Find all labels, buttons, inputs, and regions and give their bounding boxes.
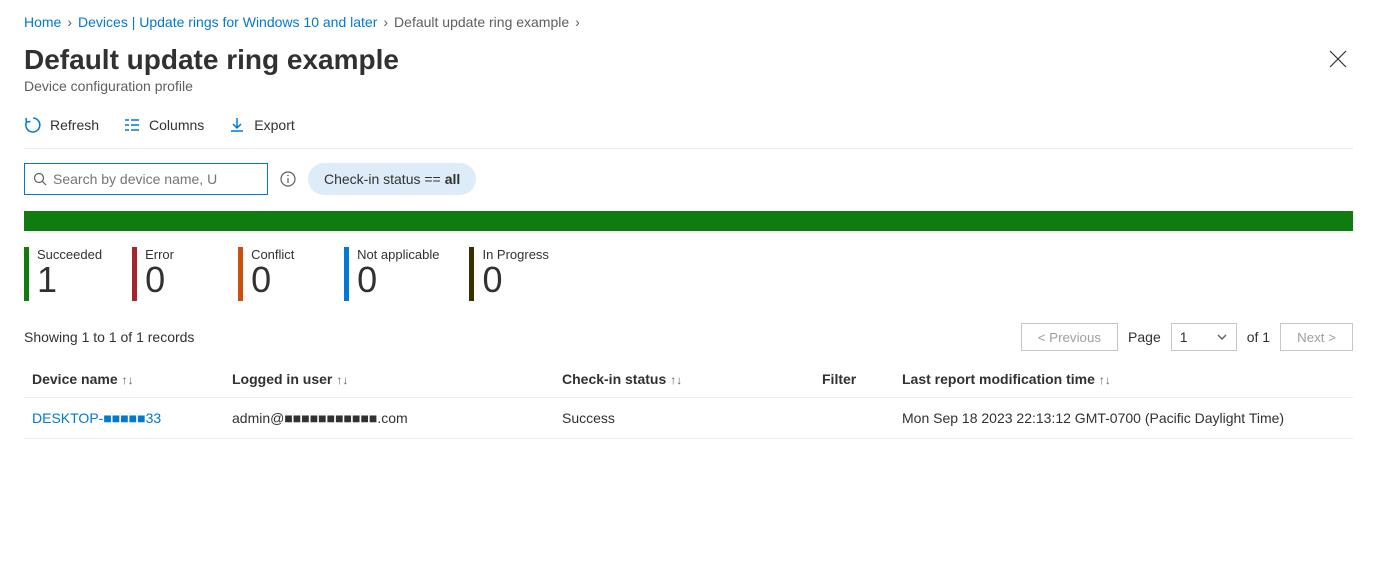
stat-value: 0 — [482, 262, 548, 298]
status-bar — [24, 211, 1353, 231]
stat-value: 0 — [251, 262, 294, 298]
stat-card: In Progress0 — [469, 247, 548, 301]
refresh-label: Refresh — [50, 117, 99, 133]
search-box[interactable] — [24, 163, 268, 195]
cell-device[interactable]: DESKTOP-■■■■■33 — [24, 398, 224, 439]
pager: < Previous Page 1 of 1 Next > — [1021, 323, 1353, 351]
cell-user: admin@■■■■■■■■■■■.com — [224, 398, 554, 439]
stat-color-bar — [24, 247, 29, 301]
stat-value: 0 — [357, 262, 439, 298]
page-label: Page — [1128, 329, 1161, 345]
col-user[interactable]: Logged in user↑↓ — [224, 361, 554, 398]
search-icon — [33, 172, 47, 186]
search-input[interactable] — [53, 171, 259, 187]
page-subtitle: Device configuration profile — [24, 78, 399, 94]
page-select[interactable]: 1 — [1171, 323, 1237, 351]
col-filter[interactable]: Filter — [814, 361, 894, 398]
cell-filter — [814, 398, 894, 439]
breadcrumb-home[interactable]: Home — [24, 14, 61, 30]
breadcrumb-devices[interactable]: Devices | Update rings for Windows 10 an… — [78, 14, 377, 30]
chevron-down-icon — [1216, 331, 1228, 343]
page-title: Default update ring example — [24, 44, 399, 76]
records-text: Showing 1 to 1 of 1 records — [24, 329, 194, 345]
close-icon — [1329, 50, 1347, 68]
sort-icon: ↑↓ — [336, 373, 348, 387]
sort-icon: ↑↓ — [670, 373, 682, 387]
col-time[interactable]: Last report modification time↑↓ — [894, 361, 1353, 398]
stat-color-bar — [469, 247, 474, 301]
export-icon — [228, 116, 246, 134]
breadcrumb-sep: › — [575, 14, 580, 30]
toolbar: Refresh Columns Export — [24, 94, 1353, 149]
page-value: 1 — [1180, 329, 1188, 345]
results-table: Device name↑↓ Logged in user↑↓ Check-in … — [24, 361, 1353, 439]
previous-button[interactable]: < Previous — [1021, 323, 1118, 351]
filter-pill-prefix: Check-in status == — [324, 171, 441, 187]
stat-card: Succeeded1 — [24, 247, 102, 301]
breadcrumb-current: Default update ring example — [394, 14, 569, 30]
stat-value: 1 — [37, 262, 102, 298]
columns-icon — [123, 116, 141, 134]
refresh-icon — [24, 116, 42, 134]
stat-card: Conflict0 — [238, 247, 314, 301]
breadcrumb-sep: › — [383, 14, 388, 30]
breadcrumb-sep: › — [67, 14, 72, 30]
filter-pill-value: all — [445, 171, 461, 187]
stat-value: 0 — [145, 262, 174, 298]
close-button[interactable] — [1323, 44, 1353, 74]
stat-color-bar — [344, 247, 349, 301]
stat-color-bar — [238, 247, 243, 301]
export-button[interactable]: Export — [228, 112, 294, 138]
columns-button[interactable]: Columns — [123, 112, 204, 138]
cell-status: Success — [554, 398, 814, 439]
next-button[interactable]: Next > — [1280, 323, 1353, 351]
export-label: Export — [254, 117, 294, 133]
filter-pill-checkin[interactable]: Check-in status == all — [308, 163, 476, 195]
columns-label: Columns — [149, 117, 204, 133]
refresh-button[interactable]: Refresh — [24, 112, 99, 138]
stat-color-bar — [132, 247, 137, 301]
col-device[interactable]: Device name↑↓ — [24, 361, 224, 398]
breadcrumb: Home › Devices | Update rings for Window… — [24, 10, 1353, 44]
table-row: DESKTOP-■■■■■33admin@■■■■■■■■■■■.comSucc… — [24, 398, 1353, 439]
sort-icon: ↑↓ — [122, 373, 134, 387]
stat-card: Error0 — [132, 247, 208, 301]
cell-time: Mon Sep 18 2023 22:13:12 GMT-0700 (Pacif… — [894, 398, 1353, 439]
stat-card: Not applicable0 — [344, 247, 439, 301]
stats-row: Succeeded1 Error0 Conflict0 Not applicable0… — [24, 247, 1353, 301]
filter-row: Check-in status == all — [24, 149, 1353, 211]
of-text: of 1 — [1247, 329, 1270, 345]
sort-icon: ↑↓ — [1099, 373, 1111, 387]
info-icon[interactable] — [280, 171, 296, 187]
col-status[interactable]: Check-in status↑↓ — [554, 361, 814, 398]
